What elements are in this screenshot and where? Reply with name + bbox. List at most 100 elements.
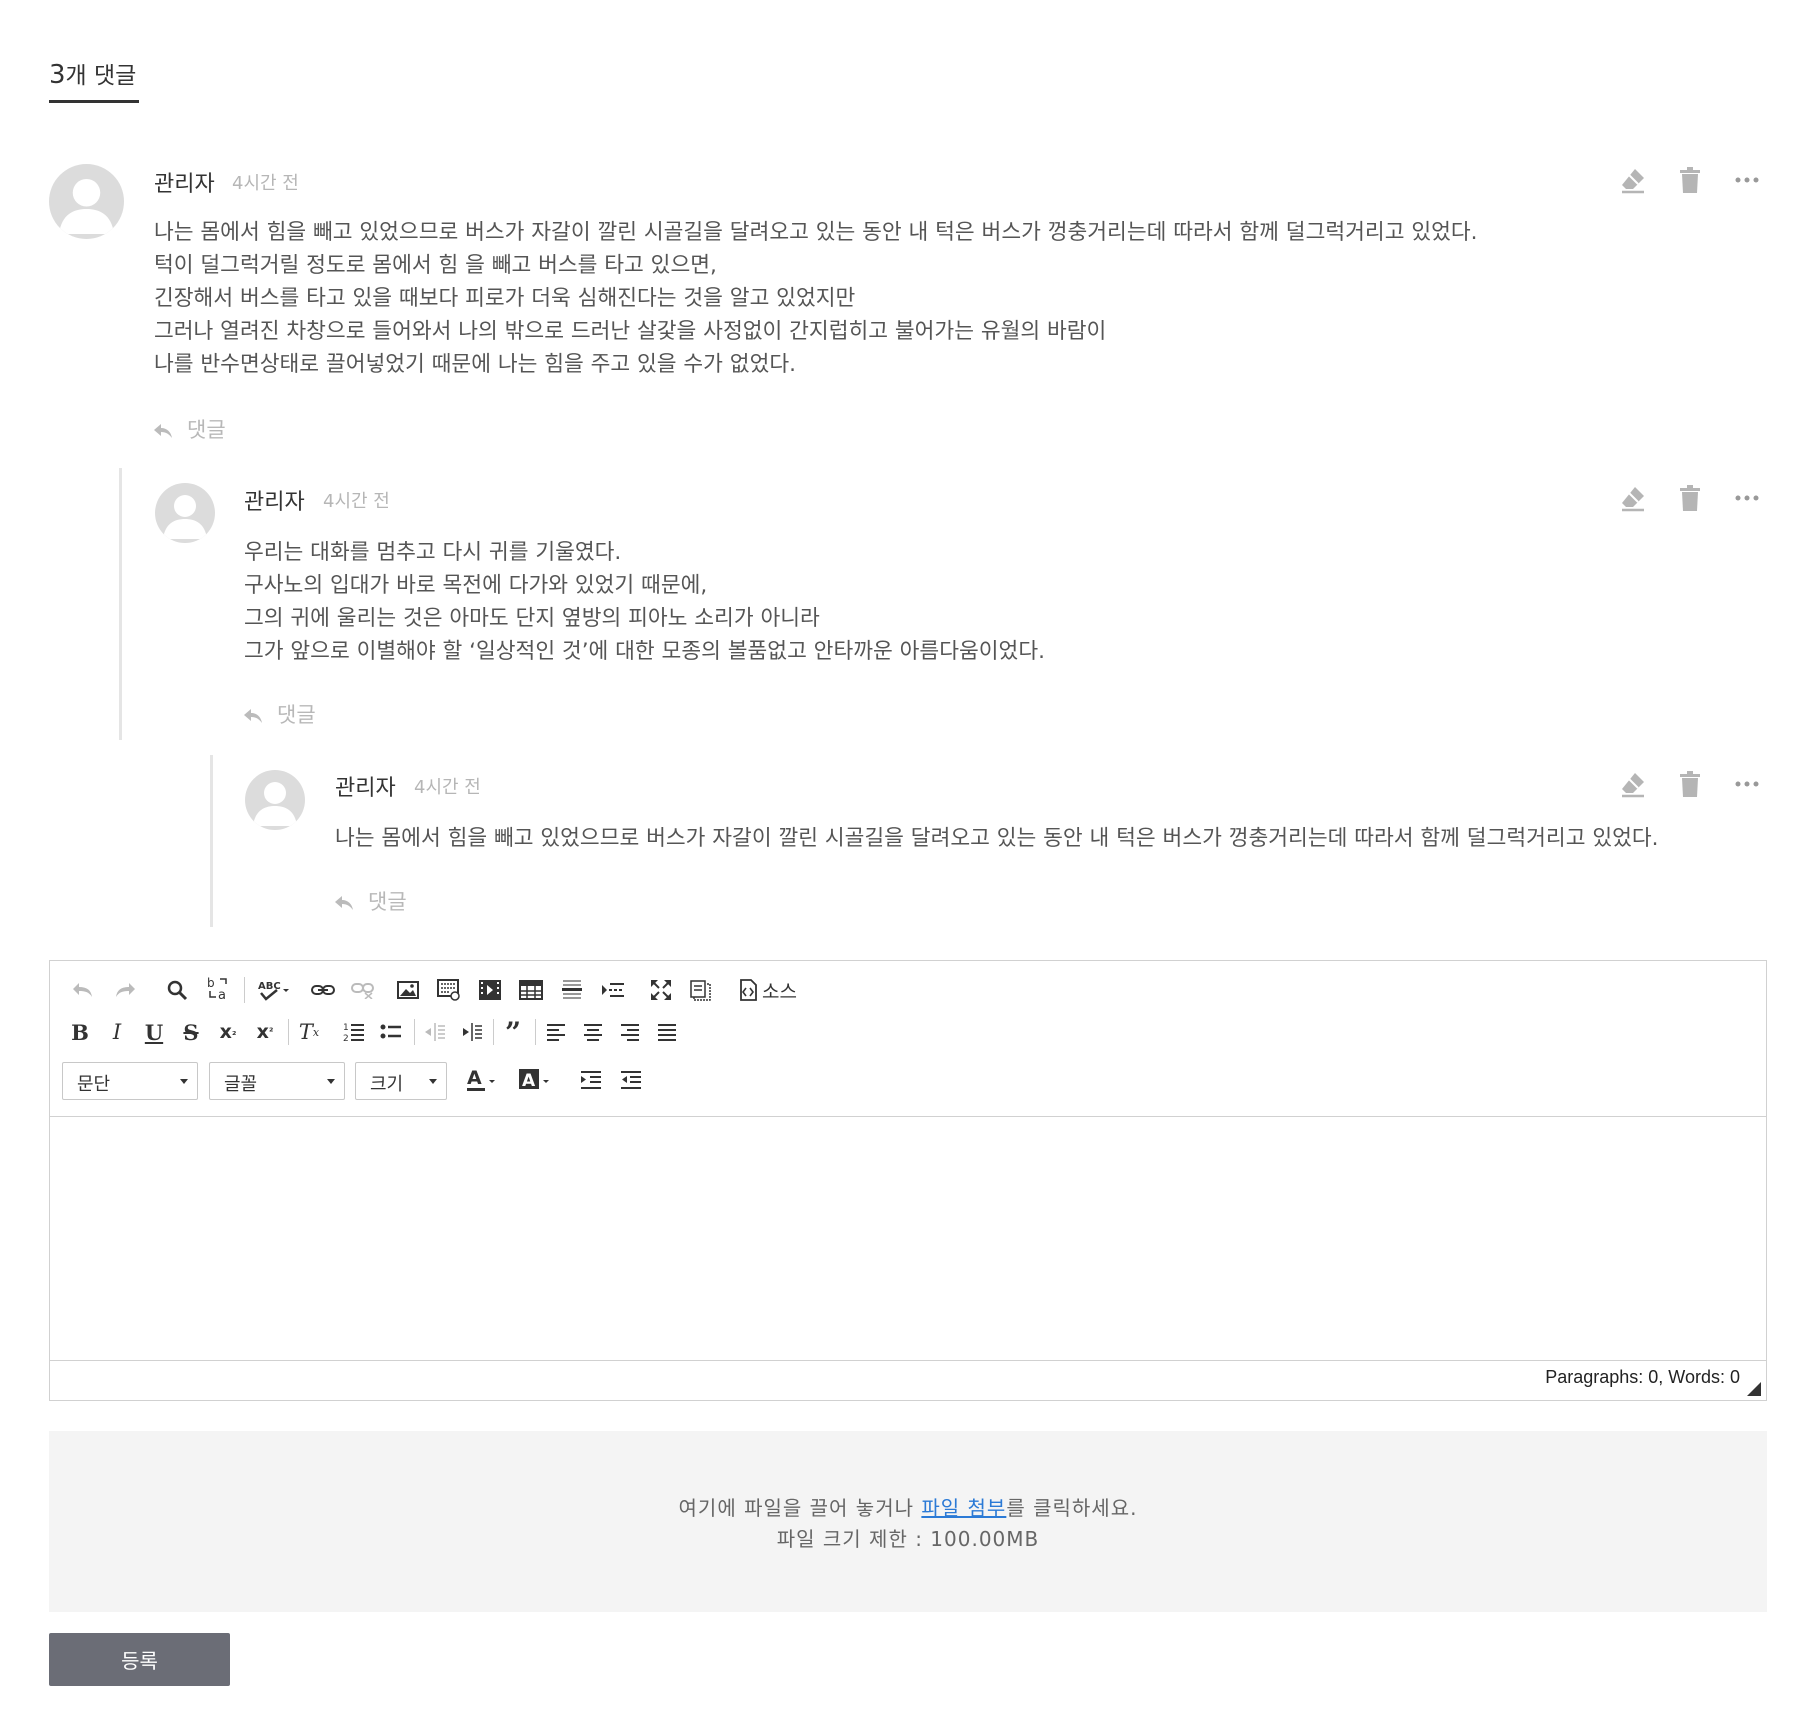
- underline-icon[interactable]: U: [139, 1017, 169, 1047]
- svg-text:2: 2: [343, 1034, 349, 1043]
- delete-button[interactable]: [1675, 769, 1705, 799]
- remove-format-icon[interactable]: Tx: [294, 1017, 324, 1047]
- comment-line: 그러나 열려진 차창으로 들어와서 나의 밖으로 드러난 살갗을 사정없이 간지…: [154, 319, 1107, 344]
- font-select[interactable]: 글꼴: [209, 1062, 345, 1100]
- italic-icon[interactable]: I: [102, 1017, 132, 1047]
- comment-author: 관리자: [244, 490, 305, 515]
- find-icon[interactable]: [162, 975, 192, 1005]
- thread-line: [210, 755, 213, 927]
- toolbar-separator: [288, 1019, 289, 1045]
- eraser-icon: [1622, 487, 1644, 512]
- chevron-down-icon: [180, 1079, 188, 1084]
- svg-text:A: A: [522, 1071, 536, 1091]
- numbered-list-icon[interactable]: 12: [339, 1017, 369, 1047]
- svg-text:ABC: ABC: [258, 981, 281, 992]
- gallery-icon[interactable]: [434, 975, 464, 1005]
- avatar: [155, 483, 215, 543]
- bulleted-list-icon[interactable]: [376, 1017, 406, 1047]
- comment-count-tab[interactable]: 3개 댓글: [49, 56, 139, 103]
- reply-button[interactable]: 댓글: [335, 886, 407, 916]
- format-select[interactable]: 문단: [62, 1062, 198, 1100]
- more-icon: [1735, 781, 1759, 787]
- table-icon[interactable]: [516, 975, 546, 1005]
- toolbar-separator: [535, 1019, 536, 1045]
- file-dropzone[interactable]: 여기에 파일을 끌어 놓거나 파일 첨부를 클릭하세요. 파일 크기 제한 : …: [49, 1431, 1767, 1612]
- submit-button[interactable]: 등록: [49, 1633, 230, 1686]
- background-color-icon[interactable]: A: [517, 1065, 553, 1095]
- outdent-icon[interactable]: [420, 1017, 450, 1047]
- toolbar-separator: [493, 1019, 494, 1045]
- subscript-icon[interactable]: x₂: [213, 1017, 243, 1047]
- svg-text:b: b: [207, 976, 215, 990]
- attach-file-link[interactable]: 파일 첨부: [921, 1496, 1006, 1520]
- bold-icon[interactable]: B: [65, 1017, 95, 1047]
- spellcheck-icon[interactable]: ABC: [255, 975, 295, 1005]
- comment-line: 구사노의 입대가 바로 목전에 다가와 있었기 때문에,: [244, 573, 708, 598]
- reply-icon: [154, 424, 172, 438]
- source-icon[interactable]: [733, 975, 763, 1005]
- delete-button[interactable]: [1675, 483, 1705, 513]
- size-select[interactable]: 크기: [355, 1062, 447, 1100]
- link-icon[interactable]: [308, 975, 338, 1005]
- outdent-block-icon[interactable]: [616, 1065, 646, 1095]
- user-icon: [253, 782, 297, 826]
- resize-handle-icon[interactable]: [1747, 1382, 1761, 1396]
- blockquote-icon[interactable]: ”: [498, 1016, 528, 1049]
- more-button[interactable]: [1732, 483, 1762, 513]
- redo-icon[interactable]: [110, 975, 140, 1005]
- maximize-icon[interactable]: [646, 975, 676, 1005]
- image-icon[interactable]: [393, 975, 423, 1005]
- eraser-icon: [1622, 169, 1644, 194]
- undo-icon[interactable]: [68, 975, 98, 1005]
- user-icon: [163, 495, 207, 539]
- align-center-icon[interactable]: [578, 1017, 608, 1047]
- more-button[interactable]: [1732, 165, 1762, 195]
- strike-icon[interactable]: S: [176, 1017, 206, 1047]
- text-color-icon[interactable]: A: [464, 1065, 500, 1095]
- replace-icon[interactable]: ba: [204, 973, 234, 1003]
- comment-count: 3: [49, 60, 66, 90]
- align-left-icon[interactable]: [541, 1017, 571, 1047]
- editor-toolbar: ba ABC 소스 B I U S x₂ x² Tx 12 ” 문단 글꼴 크기…: [50, 961, 1766, 1117]
- svg-text:a: a: [218, 988, 226, 1001]
- comment-author: 관리자: [335, 776, 396, 801]
- source-button-label[interactable]: 소스: [762, 977, 797, 1004]
- comment-line: 나는 몸에서 힘을 빼고 있었으므로 버스가 자갈이 깔린 시골길을 달려오고 …: [154, 220, 1478, 245]
- justify-icon[interactable]: [652, 1017, 682, 1047]
- comment-line: 긴장해서 버스를 타고 있을 때보다 피로가 더욱 심해진다는 것을 알고 있었…: [154, 286, 856, 311]
- reply-button[interactable]: 댓글: [154, 414, 226, 444]
- size-select-value: 크기: [370, 1074, 404, 1095]
- page-break-icon[interactable]: [598, 975, 628, 1005]
- avatar: [245, 770, 305, 830]
- video-icon[interactable]: [475, 975, 505, 1005]
- show-blocks-icon[interactable]: [686, 975, 716, 1005]
- comment-line: 그의 귀에 울리는 것은 아마도 단지 옆방의 피아노 소리가 아니라: [244, 606, 820, 631]
- edit-button[interactable]: [1618, 483, 1648, 513]
- reply-button[interactable]: 댓글: [244, 699, 316, 729]
- comment-line: 우리는 대화를 멈추고 다시 귀를 기울였다.: [244, 540, 622, 565]
- reply-icon: [244, 709, 262, 723]
- comment-body: 나는 몸에서 힘을 빼고 있었으므로 버스가 자갈이 깔린 시골길을 달려오고 …: [335, 822, 1659, 855]
- more-button[interactable]: [1732, 769, 1762, 799]
- horizontal-rule-icon[interactable]: [557, 975, 587, 1005]
- unlink-icon[interactable]: [348, 975, 378, 1005]
- reply-label: 댓글: [368, 890, 407, 914]
- dropzone-text-after: 를 클릭하세요.: [1006, 1496, 1138, 1520]
- align-right-icon[interactable]: [615, 1017, 645, 1047]
- indent-block-icon[interactable]: [576, 1065, 606, 1095]
- superscript-icon[interactable]: x²: [250, 1017, 280, 1047]
- comment-body: 우리는 대화를 멈추고 다시 귀를 기울였다. 구사노의 입대가 바로 목전에 …: [244, 536, 1045, 668]
- more-icon: [1735, 177, 1759, 183]
- delete-button[interactable]: [1675, 165, 1705, 195]
- svg-text:A: A: [467, 1067, 482, 1089]
- comment-body: 나는 몸에서 힘을 빼고 있었으므로 버스가 자갈이 깔린 시골길을 달려오고 …: [154, 216, 1478, 381]
- comment-line: 나는 몸에서 힘을 빼고 있었으므로 버스가 자갈이 깔린 시골길을 달려오고 …: [335, 826, 1659, 851]
- indent-icon[interactable]: [457, 1017, 487, 1047]
- edit-button[interactable]: [1618, 769, 1648, 799]
- reply-label: 댓글: [277, 703, 316, 727]
- editor-content-area[interactable]: [50, 1117, 1766, 1360]
- comment-line: 나를 반수면상태로 끌어넣었기 때문에 나는 힘을 주고 있을 수가 없었다.: [154, 352, 796, 377]
- edit-button[interactable]: [1618, 165, 1648, 195]
- toolbar-separator: [244, 977, 245, 1003]
- word-count: Paragraphs: 0, Words: 0: [1545, 1367, 1740, 1387]
